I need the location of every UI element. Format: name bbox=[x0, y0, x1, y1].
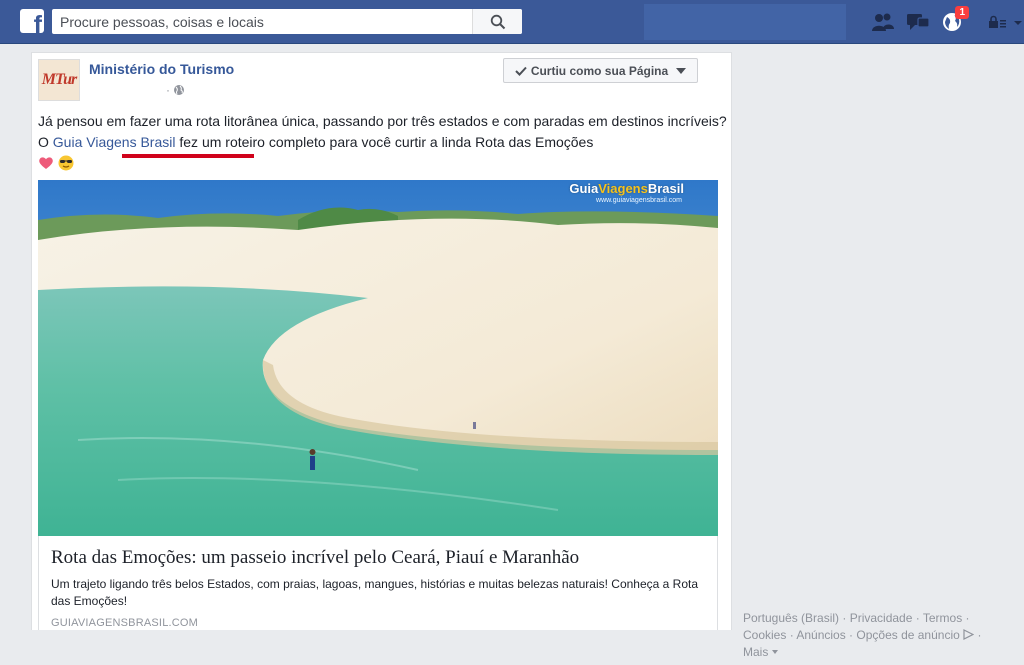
image-watermark-url: www.guiaviagensbrasil.com bbox=[596, 197, 682, 204]
checkmark-icon bbox=[515, 66, 527, 76]
messages-icon bbox=[907, 14, 930, 30]
privacy-shortcuts-button[interactable] bbox=[987, 11, 1023, 33]
footer-line-1[interactable]: Português (Brasil) · Privacidade · Termo… bbox=[743, 610, 1013, 627]
beach-dunes-photo bbox=[38, 180, 718, 536]
heart-emoji-icon bbox=[39, 157, 53, 169]
friend-requests-button[interactable] bbox=[871, 11, 895, 33]
adchoices-icon[interactable] bbox=[963, 629, 975, 640]
post-message: Já pensou em fazer uma rota litorânea ún… bbox=[38, 111, 728, 174]
page-name-link[interactable]: Ministério do Turismo bbox=[89, 61, 234, 77]
privacy-lock-icon bbox=[989, 15, 1022, 28]
post-meta: · bbox=[166, 83, 185, 97]
dropdown-arrow-icon bbox=[676, 67, 687, 74]
sunglasses-emoji-icon bbox=[58, 155, 74, 171]
footer-more-link[interactable]: Mais bbox=[743, 644, 1013, 661]
notification-count-badge: 1 bbox=[955, 6, 969, 19]
meta-separator: · bbox=[166, 83, 170, 97]
liked-button-label: Curtiu como sua Página bbox=[530, 63, 669, 78]
link-preview-domain: GUIAVIAGENSBRASIL.COM bbox=[51, 617, 199, 629]
page-footer: Português (Brasil) · Privacidade · Termo… bbox=[743, 610, 1013, 661]
friend-requests-icon bbox=[872, 13, 894, 31]
public-globe-icon[interactable] bbox=[173, 84, 185, 96]
facebook-logo-icon[interactable]: f bbox=[20, 9, 44, 33]
feed-post: MTur Ministério do Turismo · Curtiu como… bbox=[31, 52, 732, 630]
notifications-button[interactable]: 1 bbox=[941, 6, 969, 33]
search-button[interactable] bbox=[472, 9, 522, 34]
messages-button[interactable] bbox=[905, 11, 931, 33]
footer-line-2-separator: · bbox=[974, 628, 982, 642]
red-underline-annotation bbox=[122, 154, 254, 158]
search-input[interactable] bbox=[52, 9, 472, 34]
topbar-profile-area[interactable] bbox=[644, 4, 846, 40]
link-preview-title[interactable]: Rota das Emoções: um passeio incrível pe… bbox=[51, 547, 579, 569]
caret-down-icon bbox=[771, 650, 778, 654]
post-text-after-link: fez um roteiro completo para você curtir… bbox=[175, 134, 594, 150]
top-navigation-bar: f 1 bbox=[0, 0, 1024, 44]
footer-line-2: Cookies · Anúncios · Opções de anúncio · bbox=[743, 627, 1013, 644]
search-box bbox=[52, 9, 522, 34]
image-watermark: GuiaViagensBrasil bbox=[569, 181, 684, 196]
link-preview-description: Um trajeto ligando três belos Estados, c… bbox=[51, 577, 699, 608]
footer-links-row-2[interactable]: Cookies · Anúncios · Opções de anúncio bbox=[743, 628, 960, 642]
page-avatar[interactable]: MTur bbox=[38, 59, 80, 101]
link-preview-details[interactable]: Rota das Emoções: um passeio incrível pe… bbox=[38, 536, 718, 630]
mention-link[interactable]: Guia Viagens Brasil bbox=[53, 134, 176, 150]
link-preview-image[interactable]: GuiaViagensBrasil www.guiaviagensbrasil.… bbox=[38, 180, 718, 536]
liked-as-page-button[interactable]: Curtiu como sua Página bbox=[503, 58, 698, 83]
search-icon bbox=[490, 14, 505, 29]
